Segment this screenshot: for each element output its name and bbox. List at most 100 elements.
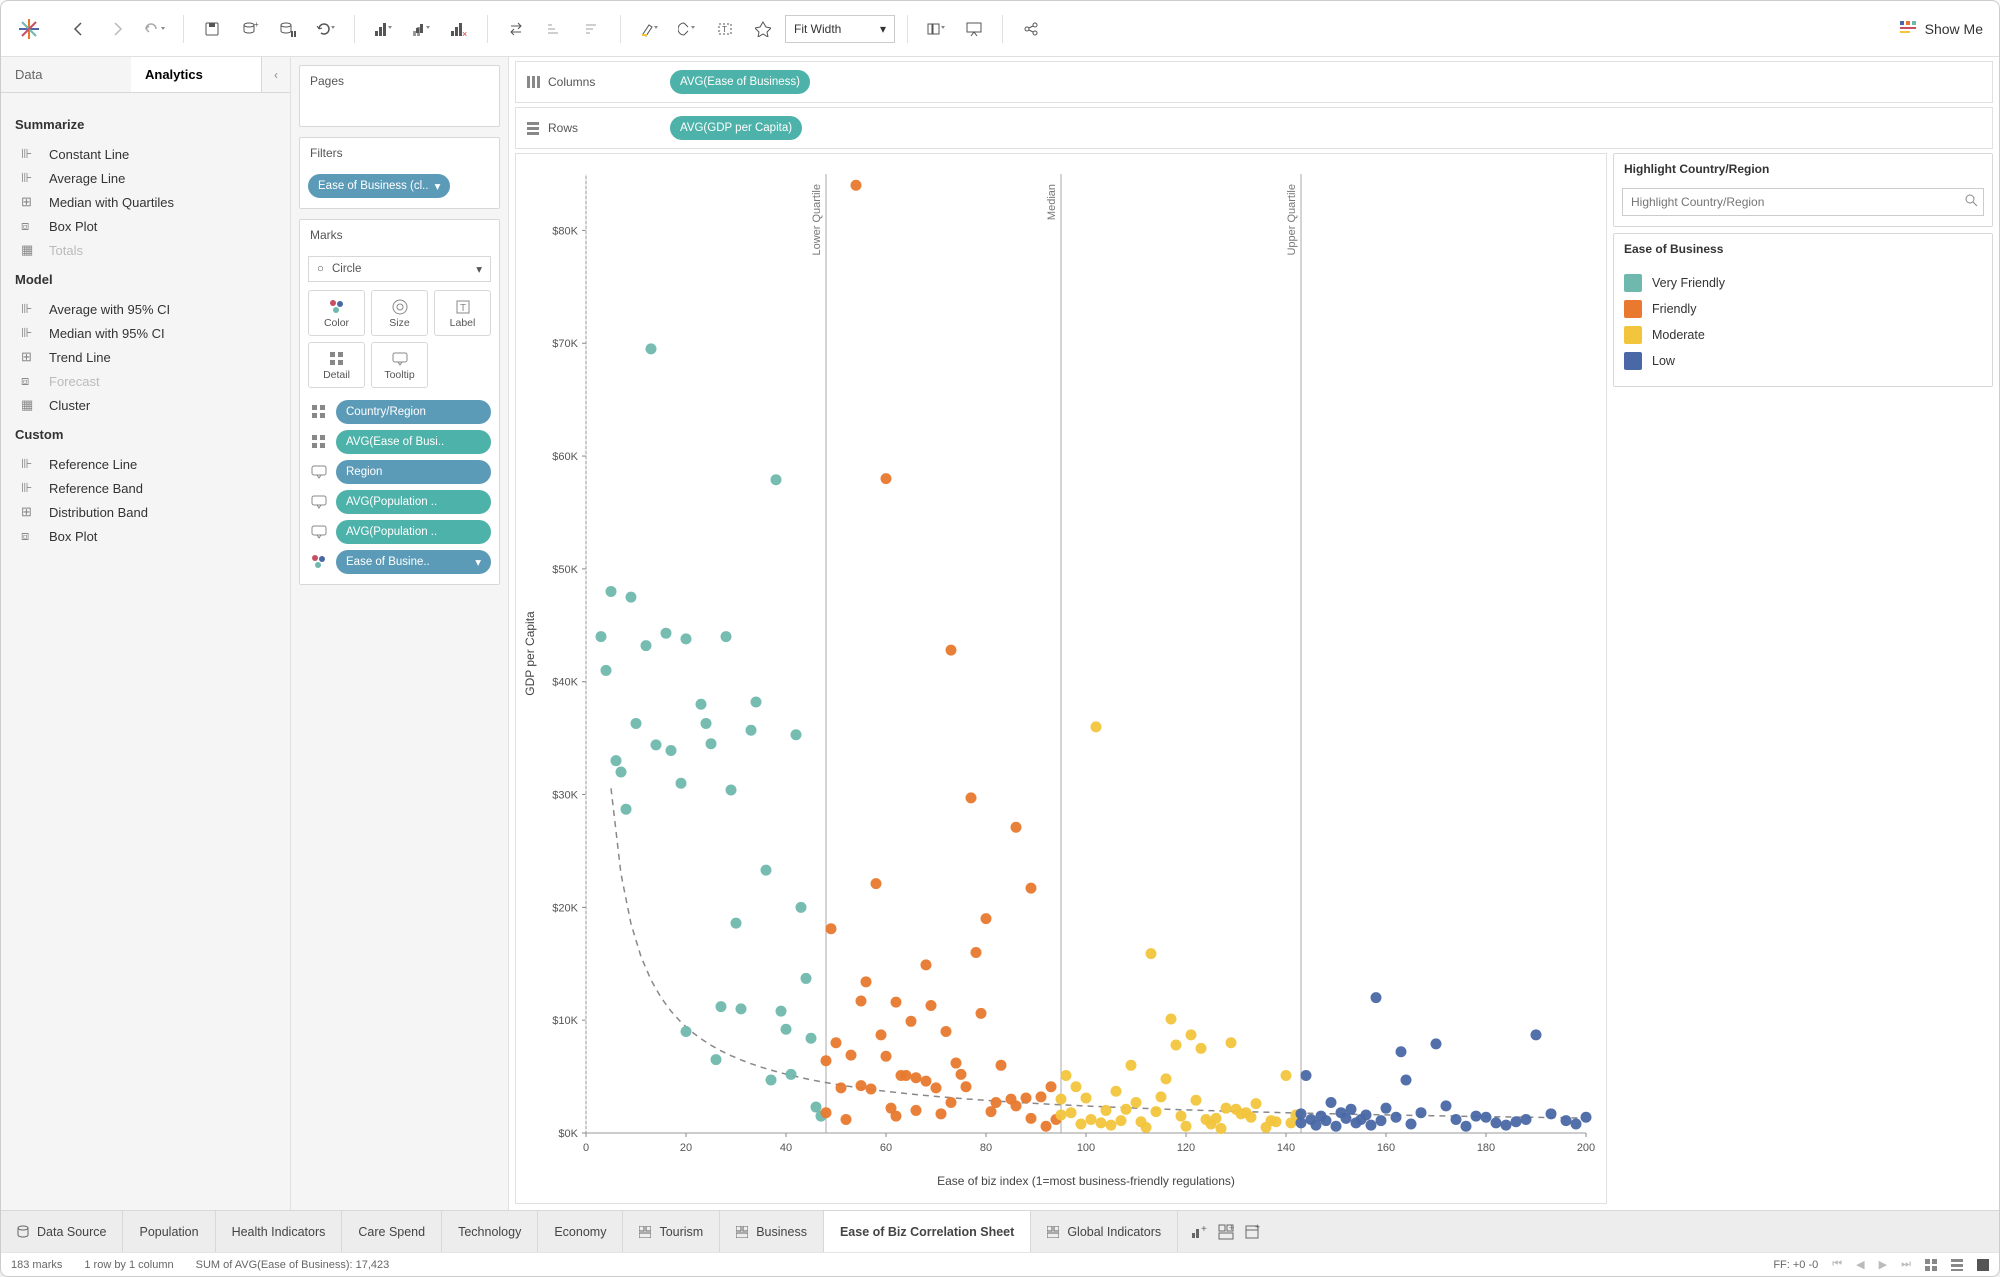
svg-text:200: 200 (1577, 1142, 1595, 1154)
columns-pill[interactable]: AVG(Ease of Business) (670, 70, 810, 94)
sheet-tab[interactable]: Population (123, 1211, 215, 1252)
view-sorter-list-icon[interactable] (1951, 1259, 1963, 1271)
analytics-item[interactable]: ⊪Reference Line (15, 452, 276, 476)
mark-type-dropdown[interactable]: ○ Circle ▾ (308, 256, 491, 282)
svg-text:T: T (722, 25, 727, 34)
marks-tooltip-button[interactable]: Tooltip (371, 342, 428, 388)
legend-item[interactable]: Low (1624, 348, 1982, 374)
sheet-tab[interactable]: Technology (442, 1211, 538, 1252)
pause-data-button[interactable] (272, 13, 304, 45)
tab-analytics[interactable]: Analytics (131, 57, 262, 92)
analytics-item-icon: ⊪ (21, 480, 39, 496)
presentation-button[interactable] (958, 13, 990, 45)
analytics-item[interactable]: ⧈Box Plot (15, 524, 276, 548)
new-worksheet-tab-button[interactable]: + (1190, 1224, 1208, 1240)
nav-prev-button[interactable]: ◀ (1856, 1258, 1864, 1271)
svg-text:140: 140 (1277, 1142, 1295, 1154)
analytics-item-icon: ▦ (21, 242, 39, 258)
analytics-item-icon: ⧈ (21, 528, 39, 544)
mark-pill[interactable]: Region (336, 460, 491, 484)
legend-swatch (1624, 274, 1642, 292)
new-datasource-button[interactable]: + (234, 13, 266, 45)
analytics-item-label: Average Line (49, 171, 125, 186)
swap-button[interactable] (500, 13, 532, 45)
analytics-item[interactable]: ⊪Reference Band (15, 476, 276, 500)
back-button[interactable] (63, 13, 95, 45)
columns-label: Columns (526, 75, 656, 89)
group-button[interactable] (671, 13, 703, 45)
mark-pill[interactable]: AVG(Population .. (336, 520, 491, 544)
sheet-tab[interactable]: Economy (538, 1211, 623, 1252)
legend-label: Friendly (1652, 302, 1696, 316)
color-legend-card: Ease of Business Very FriendlyFriendlyMo… (1613, 233, 1993, 387)
sheet-tab[interactable]: Health Indicators (216, 1211, 343, 1252)
analytics-item[interactable]: ⊪Median with 95% CI (15, 321, 276, 345)
marks-label-button[interactable]: TLabel (434, 290, 491, 336)
chevron-down-icon: ▾ (476, 262, 482, 276)
analytics-item-icon: ⊞ (21, 194, 39, 210)
analytics-item[interactable]: ⊞Trend Line (15, 345, 276, 369)
collapse-button[interactable]: ‹ (262, 57, 290, 92)
share-button[interactable] (1015, 13, 1047, 45)
detail-icon (313, 349, 360, 369)
mark-pill[interactable]: Country/Region (336, 400, 491, 424)
highlight-button[interactable] (633, 13, 665, 45)
svg-text:+: + (1201, 1224, 1207, 1235)
sheet-tab[interactable]: Ease of Biz Correlation Sheet (824, 1211, 1031, 1252)
sheet-tab[interactable]: Care Spend (342, 1211, 442, 1252)
analytics-item[interactable]: ⊞Distribution Band (15, 500, 276, 524)
tab-data[interactable]: Data (1, 57, 131, 92)
legend-item[interactable]: Very Friendly (1624, 270, 1982, 296)
analytics-item[interactable]: ⊪Average Line (15, 166, 276, 190)
new-worksheet-button[interactable] (367, 13, 399, 45)
forward-button[interactable] (101, 13, 133, 45)
sheet-tab[interactable]: Tourism (623, 1211, 720, 1252)
pin-button[interactable] (747, 13, 779, 45)
sort-desc-button[interactable] (576, 13, 608, 45)
marks-size-button[interactable]: Size (371, 290, 428, 336)
mark-pill[interactable]: AVG(Ease of Busi.. (336, 430, 491, 454)
nav-first-button[interactable]: ⏮ (1832, 1258, 1842, 1271)
undo-dropdown[interactable] (139, 13, 171, 45)
fit-dropdown[interactable]: Fit Width ▾ (785, 15, 895, 43)
analytics-item[interactable]: ⊪Constant Line (15, 142, 276, 166)
mark-pill[interactable]: AVG(Population .. (336, 490, 491, 514)
nav-last-button[interactable]: ⏭ (1901, 1258, 1911, 1271)
highlight-input[interactable] (1622, 188, 1984, 216)
marks-color-button[interactable]: Color (308, 290, 365, 336)
analytics-item-icon: ▦ (21, 397, 39, 413)
marks-detail-button[interactable]: Detail (308, 342, 365, 388)
analytics-item[interactable]: ⊪Average with 95% CI (15, 297, 276, 321)
view-sorter-grid-icon[interactable] (1925, 1259, 1937, 1271)
legend-item[interactable]: Moderate (1624, 322, 1982, 348)
show-cards-button[interactable] (920, 13, 952, 45)
showme-button[interactable]: Show Me (1899, 20, 1983, 38)
analytics-item[interactable]: ⧈Box Plot (15, 214, 276, 238)
data-source-tab[interactable]: Data Source (1, 1211, 123, 1252)
analytics-item[interactable]: ▦Cluster (15, 393, 276, 417)
new-story-tab-button[interactable]: + (1244, 1224, 1260, 1240)
analytics-pane-content: Summarize ⊪Constant Line⊪Average Line⊞Me… (1, 93, 290, 562)
columns-shelf[interactable]: Columns AVG(Ease of Business) (515, 61, 1993, 103)
clear-sheet-button[interactable]: × (443, 13, 475, 45)
rows-shelf[interactable]: Rows AVG(GDP per Capita) (515, 107, 1993, 149)
analytics-item[interactable]: ⊞Median with Quartiles (15, 190, 276, 214)
viz-canvas[interactable]: $0K$10K$20K$30K$40K$50K$60K$70K$80K02040… (515, 153, 1607, 1204)
rows-pill[interactable]: AVG(GDP per Capita) (670, 116, 802, 140)
refresh-button[interactable] (310, 13, 342, 45)
sort-asc-button[interactable] (538, 13, 570, 45)
svg-text:$30K: $30K (552, 790, 578, 802)
sheet-tab[interactable]: Business (720, 1211, 824, 1252)
duplicate-sheet-button[interactable] (405, 13, 437, 45)
labels-button[interactable]: T (709, 13, 741, 45)
save-button[interactable] (196, 13, 228, 45)
filter-pill[interactable]: Ease of Business (cl..▾ (308, 174, 450, 198)
new-dashboard-tab-button[interactable]: + (1218, 1224, 1234, 1240)
marks-card: Marks ○ Circle ▾ ColorSizeTLabelDetailTo… (299, 219, 500, 585)
view-sorter-single-icon[interactable] (1977, 1259, 1989, 1271)
tableau-logo-icon (17, 17, 41, 41)
sheet-tab[interactable]: Global Indicators (1031, 1211, 1178, 1252)
mark-pill[interactable]: Ease of Busine..▾ (336, 550, 491, 574)
legend-item[interactable]: Friendly (1624, 296, 1982, 322)
nav-next-button[interactable]: ▶ (1879, 1258, 1887, 1271)
